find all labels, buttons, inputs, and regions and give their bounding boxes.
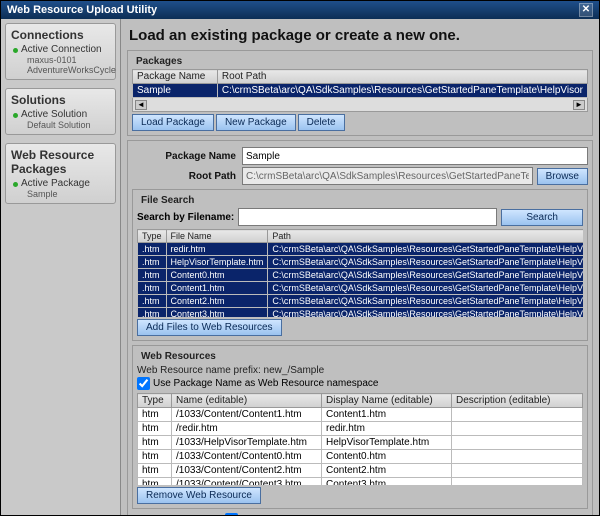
browse-button[interactable]: Browse bbox=[537, 168, 588, 185]
file-row[interactable]: .htmContent2.htmC:\crmSBeta\arc\QA\SdkSa… bbox=[138, 295, 584, 308]
new-package-button[interactable]: New Package bbox=[216, 114, 296, 131]
wr-legend: Web Resources bbox=[139, 351, 218, 362]
wr-prefix: Web Resource name prefix: new_/Sample bbox=[137, 365, 583, 376]
main-panel: Load an existing package or create a new… bbox=[121, 19, 599, 515]
add-files-button[interactable]: Add Files to Web Resources bbox=[137, 319, 282, 336]
titlebar: Web Resource Upload Utility ✕ bbox=[1, 1, 599, 19]
wr-row[interactable]: htm/1033/HelpVisorTemplate.htmHelpVisorT… bbox=[138, 436, 583, 450]
packages-table[interactable]: Package Name Root Path Sample C:\crmSBet… bbox=[132, 69, 588, 98]
sidebar-connections[interactable]: Connections Active Connection maxus-0101… bbox=[5, 23, 116, 80]
pkg-name-label: Package Name bbox=[132, 151, 242, 162]
search-label: Search by Filename: bbox=[137, 212, 234, 223]
wr-row[interactable]: htm/1033/Content/Content1.htmContent1.ht… bbox=[138, 408, 583, 422]
file-row[interactable]: .htmContent1.htmC:\crmSBeta\arc\QA\SdkSa… bbox=[138, 282, 584, 295]
package-row[interactable]: Sample C:\crmSBeta\arc\QA\SdkSamples\Res… bbox=[133, 84, 588, 98]
connection-server: maxus-0101 bbox=[11, 55, 110, 65]
root-path-input bbox=[242, 167, 533, 185]
load-package-button[interactable]: Load Package bbox=[132, 114, 214, 131]
solution-name: Default Solution bbox=[11, 120, 110, 130]
file-search-group: File Search Search by Filename: Search T… bbox=[132, 189, 588, 341]
active-package-label: Active Package bbox=[11, 178, 110, 189]
root-path-label: Root Path bbox=[132, 171, 242, 182]
solutions-header: Solutions bbox=[11, 93, 110, 107]
remove-wr-button[interactable]: Remove Web Resource bbox=[137, 487, 261, 504]
scroll-left-icon[interactable]: ◄ bbox=[135, 100, 147, 110]
connections-header: Connections bbox=[11, 28, 110, 42]
package-name: Sample bbox=[11, 189, 110, 199]
file-table[interactable]: Type File Name Path .htmredir.htmC:\crmS… bbox=[137, 229, 583, 317]
wr-row[interactable]: htm/1033/Content/Content0.htmContent0.ht… bbox=[138, 450, 583, 464]
sidebar: Connections Active Connection maxus-0101… bbox=[1, 19, 121, 515]
package-form: Package Name Root Path Browse File Searc… bbox=[127, 140, 593, 515]
publish-checkbox[interactable] bbox=[225, 513, 238, 515]
search-button[interactable]: Search bbox=[501, 209, 583, 226]
col-package-name[interactable]: Package Name bbox=[133, 70, 218, 84]
file-row[interactable]: .htmHelpVisorTemplate.htmC:\crmSBeta\arc… bbox=[138, 256, 584, 269]
col-wr-desc[interactable]: Description (editable) bbox=[452, 394, 583, 408]
active-solution-label: Active Solution bbox=[11, 109, 110, 120]
packages-hscroll[interactable]: ◄ ► bbox=[132, 98, 588, 112]
packages-header: Web Resource Packages bbox=[11, 148, 110, 176]
sidebar-packages[interactable]: Web Resource Packages Active Package Sam… bbox=[5, 143, 116, 204]
packages-legend: Packages bbox=[134, 56, 184, 67]
app-window: Web Resource Upload Utility ✕ Connection… bbox=[0, 0, 600, 516]
use-pkg-namespace-label: Use Package Name as Web Resource namespa… bbox=[153, 378, 378, 389]
wr-table[interactable]: Type Name (editable) Display Name (edita… bbox=[137, 393, 583, 485]
search-input[interactable] bbox=[238, 208, 497, 226]
col-file-name[interactable]: File Name bbox=[166, 230, 268, 243]
wr-row[interactable]: htm/1033/Content/Content3.htmContent3.ht… bbox=[138, 478, 583, 486]
scroll-right-icon[interactable]: ► bbox=[573, 100, 585, 110]
col-wr-type[interactable]: Type bbox=[138, 394, 172, 408]
sidebar-solutions[interactable]: Solutions Active Solution Default Soluti… bbox=[5, 88, 116, 135]
active-connection-label: Active Connection bbox=[11, 44, 110, 55]
web-resources-group: Web Resources Web Resource name prefix: … bbox=[132, 345, 588, 509]
col-file-path[interactable]: Path bbox=[268, 230, 583, 243]
page-title: Load an existing package or create a new… bbox=[129, 27, 593, 44]
col-file-type[interactable]: Type bbox=[138, 230, 167, 243]
file-row[interactable]: .htmredir.htmC:\crmSBeta\arc\QA\SdkSampl… bbox=[138, 243, 584, 256]
pkg-name-input[interactable] bbox=[242, 147, 588, 165]
close-icon[interactable]: ✕ bbox=[579, 3, 593, 17]
file-row[interactable]: .htmContent0.htmC:\crmSBeta\arc\QA\SdkSa… bbox=[138, 269, 584, 282]
col-root-path[interactable]: Root Path bbox=[217, 70, 587, 84]
delete-package-button[interactable]: Delete bbox=[298, 114, 345, 131]
file-row[interactable]: .htmContent3.htmC:\crmSBeta\arc\QA\SdkSa… bbox=[138, 308, 584, 318]
packages-group: Packages Package Name Root Path Sample C… bbox=[127, 50, 593, 136]
wr-row[interactable]: htm/redir.htmredir.htm bbox=[138, 422, 583, 436]
wr-row[interactable]: htm/1033/Content/Content2.htmContent2.ht… bbox=[138, 464, 583, 478]
file-search-legend: File Search bbox=[139, 195, 196, 206]
window-title: Web Resource Upload Utility bbox=[7, 4, 157, 16]
connection-org: AdventureWorksCycle bbox=[11, 65, 110, 75]
use-pkg-namespace-checkbox[interactable] bbox=[137, 377, 150, 390]
col-wr-name[interactable]: Name (editable) bbox=[172, 394, 322, 408]
col-wr-display[interactable]: Display Name (editable) bbox=[322, 394, 452, 408]
